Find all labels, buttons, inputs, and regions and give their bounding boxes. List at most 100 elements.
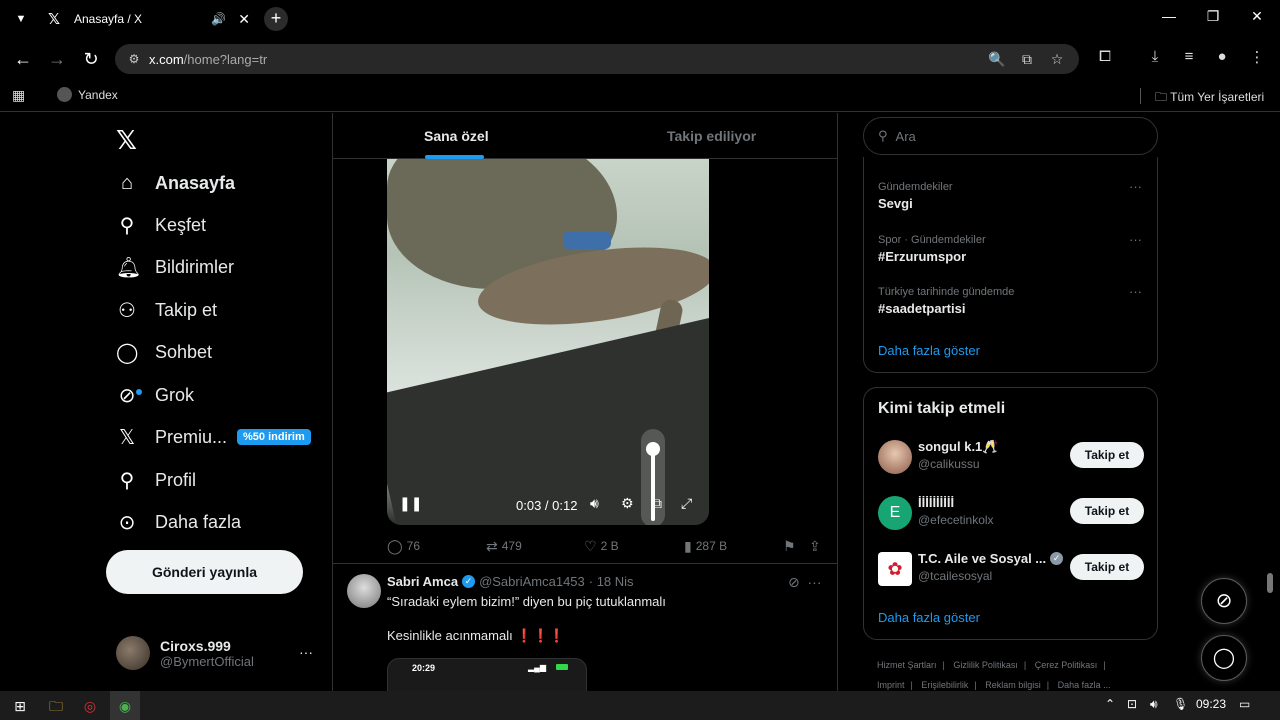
footer-link[interactable]: Reklam bilgisi	[985, 680, 1041, 690]
minimize-button[interactable]: —	[1154, 8, 1184, 24]
pip-icon[interactable]: ⧉	[652, 495, 662, 512]
footer-link[interactable]: Çerez Politikası	[1035, 660, 1098, 670]
more-dots-icon[interactable]: ···	[1129, 179, 1142, 194]
network-icon[interactable]: ⊡	[1127, 697, 1137, 711]
extensions-icon[interactable]: ⧠	[1093, 48, 1117, 65]
volume-knob[interactable]	[646, 442, 660, 456]
sidebar-item-follow[interactable]: ⚇ Takip et	[116, 294, 217, 326]
tab-list-chevron-icon[interactable]: ▼	[12, 10, 30, 28]
more-dots-icon[interactable]: ···	[1129, 284, 1142, 299]
reply-button[interactable]: ◯ 76	[387, 537, 420, 555]
back-button[interactable]: ←	[12, 48, 34, 70]
grok-icon[interactable]: ⊘	[788, 574, 800, 590]
volume-icon[interactable]: 🔊︎	[590, 495, 599, 512]
bookmark-button[interactable]: ⚑	[783, 537, 800, 555]
sidebar-item-home[interactable]: ⌂ Anasayfa	[116, 167, 235, 199]
more-dots-icon[interactable]: ···	[1129, 232, 1142, 247]
tweet-time[interactable]: · 18 Nis	[589, 574, 634, 589]
tab-following[interactable]: Takip ediliyor	[667, 128, 756, 144]
trend-item[interactable]: Türkiye tarihinde gündemde #saadetpartis…	[878, 284, 1148, 316]
video-player[interactable]: ❚❚ 0:03 / 0:12 🔊︎ ⚙ ⧉ ⤢	[387, 159, 709, 525]
star-icon[interactable]: ☆	[1045, 44, 1069, 74]
media-control-icon[interactable]: ≡	[1177, 48, 1201, 65]
footer-link[interactable]: Erişilebilirlik	[921, 680, 968, 690]
trend-item[interactable]: Spor · Gündemdekiler #Erzurumspor ···	[878, 232, 1148, 264]
x-icon: 𝕏	[118, 426, 136, 449]
sidebar-item-chat[interactable]: ◯ Sohbet	[116, 336, 212, 368]
zoom-icon[interactable]: 🔍	[985, 44, 1009, 74]
apps-grid-icon[interactable]: ▦	[12, 87, 25, 104]
microphone-icon[interactable]: 🎙︎	[1173, 697, 1188, 711]
sidebar-item-grok[interactable]: ⊘ Grok	[116, 379, 194, 411]
settings-gear-icon[interactable]: ⚙	[621, 495, 634, 512]
tweet-image[interactable]: 20:29 ▂▄▆	[387, 658, 587, 691]
avatar[interactable]	[347, 574, 381, 608]
speaker-icon[interactable]: 🔊	[211, 12, 226, 26]
tab-close-icon[interactable]: ✕	[238, 11, 250, 28]
fullscreen-icon[interactable]: ⤢	[681, 495, 692, 512]
all-bookmarks-folder[interactable]: 🗀 Tüm Yer İşaretleri	[1155, 88, 1264, 109]
search-input[interactable]: ⚲ Ara	[863, 117, 1158, 155]
windows-start-icon[interactable]: ⊞	[8, 696, 32, 716]
sidebar-item-more[interactable]: ⊙ Daha fazla	[116, 506, 241, 538]
tray-chevron-icon[interactable]: ⌃	[1105, 697, 1115, 711]
address-bar[interactable]: ⚙ x.com/home?lang=tr 🔍 ⧉ ☆	[115, 44, 1079, 74]
trend-name: #Erzurumspor	[878, 249, 967, 264]
account-switcher[interactable]: Ciroxs.999 @BymertOfficial ···	[116, 635, 316, 671]
clock[interactable]: 09:23	[1196, 697, 1226, 711]
like-button[interactable]: ♡ 2 B	[584, 537, 619, 555]
install-app-icon[interactable]: ⧉	[1015, 44, 1039, 74]
tab-for-you[interactable]: Sana özel	[424, 128, 489, 144]
tweet-author-handle[interactable]: @SabriAmca1453	[479, 574, 585, 589]
tweet[interactable]: Sabri Amca ✓ @SabriAmca1453 · 18 Nis ⊘ ·…	[333, 564, 837, 691]
footer-link[interactable]: Imprint	[877, 680, 905, 690]
who-show-more-link[interactable]: Daha fazla göster	[878, 610, 980, 625]
follow-button[interactable]: Takip et	[1070, 498, 1144, 524]
grok-icon: ⊘	[116, 383, 142, 408]
messages-fab-button[interactable]: ◯	[1201, 635, 1247, 681]
more-dots-icon[interactable]: ···	[808, 574, 822, 590]
trends-show-more-link[interactable]: Daha fazla göster	[878, 343, 980, 358]
more-dots-icon[interactable]: ···	[299, 644, 313, 660]
chrome-icon[interactable]: ◉	[113, 696, 137, 716]
footer-link[interactable]: Hizmet Şartları	[877, 660, 937, 670]
reload-button[interactable]: ↻	[80, 48, 102, 70]
repost-button[interactable]: ⇄ 479	[486, 537, 522, 555]
sidebar-item-notifications[interactable]: 🔔︎ Bildirimler	[116, 251, 234, 283]
tweet-author-name[interactable]: Sabri Amca	[387, 574, 458, 589]
scrollbar-thumb[interactable]	[1267, 573, 1273, 593]
grok-fab-button[interactable]: ⊘	[1201, 578, 1247, 624]
sidebar-item-label: Sohbet	[155, 341, 213, 362]
new-tab-button[interactable]: +	[264, 7, 288, 31]
follow-suggestion[interactable]: E İİİİİİİİİİ @efecetinkolx Takip et	[878, 494, 1148, 534]
profile-avatar-icon[interactable]: ●	[1210, 48, 1234, 65]
bookmark-yandex[interactable]: Yandex	[57, 87, 118, 102]
opera-icon[interactable]: ◎	[78, 696, 102, 716]
footer-link[interactable]: Gizlilik Politikası	[953, 660, 1018, 670]
premium-discount-badge[interactable]: %50 indirim	[237, 429, 311, 445]
x-logo-icon[interactable]: 𝕏	[116, 125, 137, 156]
forward-button[interactable]: →	[46, 48, 68, 70]
notifications-icon[interactable]: ▭	[1239, 697, 1250, 711]
restore-button[interactable]: ❐	[1198, 8, 1228, 25]
sidebar-item-premium[interactable]: 𝕏 Premiu...	[116, 421, 227, 453]
site-info-icon[interactable]: ⚙	[119, 52, 149, 66]
sidebar-item-explore[interactable]: ⚲ Keşfet	[116, 209, 206, 241]
share-button[interactable]: ⇪	[809, 537, 825, 555]
pause-icon[interactable]: ❚❚	[399, 495, 422, 512]
follow-suggestion[interactable]: songul k.1🥂 @calikussu Takip et	[878, 438, 1148, 478]
trend-item[interactable]: Gündemdekiler Sevgi ···	[878, 179, 1148, 211]
post-button[interactable]: Gönderi yayınla	[106, 550, 303, 594]
file-explorer-icon[interactable]: 🗀	[44, 696, 68, 716]
close-window-button[interactable]: ✕	[1242, 8, 1272, 25]
menu-kebab-icon[interactable]: ⋮	[1245, 48, 1269, 66]
browser-tab[interactable]: 𝕏 Anasayfa / X 🔊 ✕	[38, 4, 260, 34]
views-button[interactable]: ▮ 287 B	[684, 537, 727, 555]
footer-link[interactable]: Daha fazla ...	[1058, 680, 1111, 690]
download-icon[interactable]: ⤓	[1143, 48, 1167, 65]
volume-tray-icon[interactable]: 🔊︎	[1150, 697, 1158, 712]
follow-suggestion[interactable]: ✿ T.C. Aile ve Sosyal ... ✓ @tcailesosyal…	[878, 550, 1148, 590]
sidebar-item-profile[interactable]: ⚲ Profil	[116, 464, 196, 496]
follow-button[interactable]: Takip et	[1070, 554, 1144, 580]
follow-button[interactable]: Takip et	[1070, 442, 1144, 468]
